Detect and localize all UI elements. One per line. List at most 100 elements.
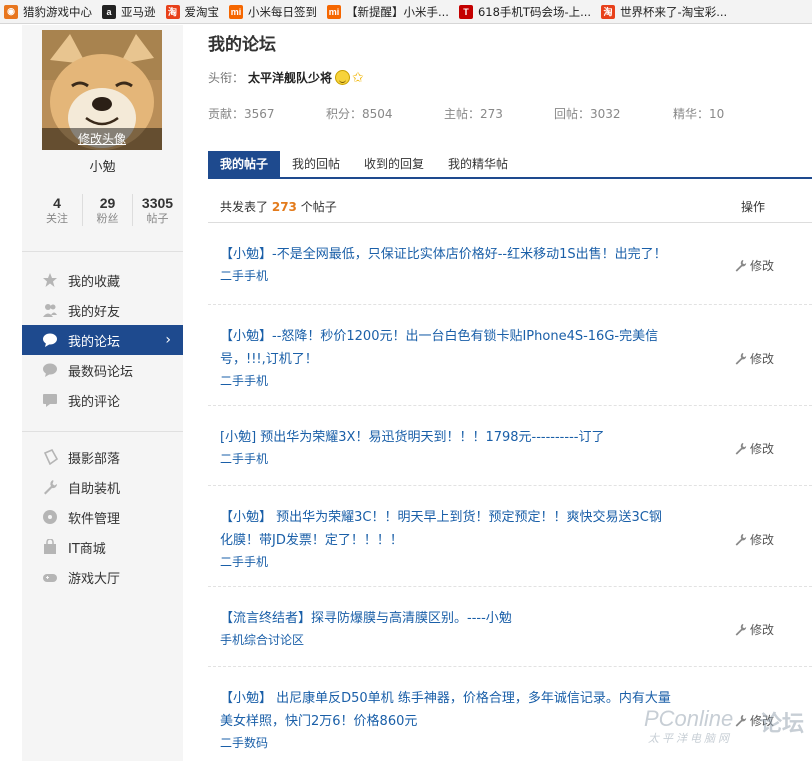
replies-stat: 回帖：3032: [554, 107, 621, 121]
sidebar-item-label: 游戏大厅: [68, 571, 121, 587]
wrench-icon: [734, 259, 747, 272]
forum-icon: [42, 332, 58, 348]
star-icon: [42, 272, 58, 288]
sidebar-divider: [22, 431, 183, 432]
chevron-right-icon: ›: [165, 332, 171, 348]
post-board-link[interactable]: 二手手机: [220, 450, 268, 467]
bookmark-item[interactable]: ◉ 猎豹游戏中心: [0, 0, 98, 23]
bookmark-label: 【新提醒】小米手...: [346, 4, 449, 19]
stat-following-count: 4: [53, 195, 61, 211]
edit-label: 修改: [750, 259, 775, 273]
tab-0[interactable]: 我的帖子: [208, 151, 281, 177]
sidebar-item-shopping-bag[interactable]: IT商城: [22, 532, 183, 562]
sidebar-item-comment[interactable]: 我的评论: [22, 385, 183, 415]
personal-menu: 我的收藏我的好友我的论坛 › 最数码论坛我的评论: [22, 265, 183, 415]
bookmark-item[interactable]: mi 小米每日签到: [225, 0, 323, 23]
post-board-link[interactable]: 二手数码: [220, 734, 268, 751]
username[interactable]: 小勉: [22, 156, 183, 175]
post-title-link[interactable]: [小勉] 预出华为荣耀3X！易迅货明天到！！！1798元----------订了: [220, 426, 720, 449]
stat-posts[interactable]: 3305 帖子: [132, 194, 182, 226]
sidebar-item-label: IT商城: [68, 541, 106, 557]
bookmark-item[interactable]: 淘世界杯来了-淘宝彩...: [597, 0, 733, 23]
shopping-bag-icon: [42, 539, 58, 555]
post-board-link[interactable]: 二手手机: [220, 553, 268, 570]
bookmark-item[interactable]: T 618手机T码会场-上...: [455, 0, 597, 23]
sidebar-item-star[interactable]: 我的收藏: [22, 265, 183, 295]
bookmarks-bar: ◉ 猎豹游戏中心 a 亚马逊淘爱淘宝 mi 小米每日签到 mi 【新提醒】小米手... T 618…: [0, 0, 812, 24]
post-count-prefix: 共发表了: [220, 200, 269, 214]
avatar[interactable]: 修改头像: [42, 30, 162, 150]
post-count-suffix: 个帖子: [300, 200, 337, 214]
sidebar-item-label: 我的好友: [68, 304, 121, 320]
post-title-link[interactable]: 【小勉】 预出华为荣耀3C！！明天早上到货！预定预定！！爽快交易送3C钢 化膜！带…: [220, 506, 720, 552]
post-title-link[interactable]: 【小勉】-不是全网最低，只保证比实体店价格好--红米移动1S出售！出完了！: [220, 243, 720, 266]
stat-posts-label: 帖子: [146, 212, 169, 225]
edit-post-button[interactable]: 修改: [734, 531, 774, 548]
bookmark-label: 猎豹游戏中心: [23, 4, 92, 19]
post-board-link[interactable]: 手机综合讨论区: [220, 631, 304, 648]
post-count: 273: [271, 200, 297, 214]
forum-tabs: 我的帖子 我的回帖 收到的回复 我的精华帖: [208, 151, 812, 179]
sidebar-item-disc[interactable]: 软件管理: [22, 502, 183, 532]
sidebar-item-digital-forum[interactable]: 最数码论坛: [22, 355, 183, 385]
sidebar-item-wrench[interactable]: 自助装机: [22, 472, 183, 502]
bookmark-label: 小米每日签到: [248, 4, 317, 19]
bookmark-label: 世界杯来了-淘宝彩...: [620, 4, 728, 19]
edit-label: 修改: [750, 533, 775, 547]
sidebar-item-label: 我的论坛: [68, 334, 121, 350]
sidebar-item-label: 摄影部落: [68, 451, 121, 467]
action-column-header: 操作: [741, 200, 766, 214]
edit-label: 修改: [750, 352, 775, 366]
edit-post-button[interactable]: 修改: [734, 621, 774, 638]
contribution-stat: 贡献：3567: [208, 107, 275, 121]
stat-following[interactable]: 4 关注: [32, 194, 82, 226]
bookmark-label: 爱淘宝: [184, 4, 220, 19]
edit-label: 修改: [750, 623, 775, 637]
tab-2[interactable]: 收到的回复: [352, 151, 436, 177]
sidebar-item-gamepad[interactable]: 游戏大厅: [22, 562, 183, 592]
bookmark-label: 亚马逊: [121, 4, 156, 19]
bookmark-item[interactable]: mi 【新提醒】小米手...: [323, 0, 455, 23]
sidebar-item-forum[interactable]: 我的论坛 ›: [22, 325, 183, 355]
post-board-link[interactable]: 二手手机: [220, 372, 268, 389]
pconline-watermark: PConline 论坛 太平洋电脑网: [642, 700, 812, 745]
sidebar-item-friends[interactable]: 我的好友: [22, 295, 183, 325]
post-title-line: 【小勉】-不是全网最低，只保证比实体店价格好--红米移动1S出售！出完了！: [220, 247, 667, 262]
wrench-icon: [734, 352, 747, 365]
bookmark-item[interactable]: a 亚马逊: [98, 0, 162, 23]
sidebar-item-label: 我的评论: [68, 394, 121, 410]
tab-1[interactable]: 我的回帖: [280, 151, 352, 177]
user-sidebar: 修改头像 小勉 4 关注 29 粉丝 3305 帖子 我的收藏我的好友我的论坛 ›…: [22, 25, 183, 761]
watermark-sub: 太平洋电脑网: [648, 733, 732, 745]
post-title-link[interactable]: 【流言终结者】探寻防爆膜与高清膜区别。----小勉: [220, 607, 720, 630]
post-board-link[interactable]: 二手手机: [220, 267, 268, 284]
edit-post-button[interactable]: 修改: [734, 440, 774, 457]
post-row: 【小勉】 预出华为荣耀3C！！明天早上到货！预定预定！！爽快交易送3C钢 化膜！带…: [208, 486, 812, 587]
stat-following-label: 关注: [46, 212, 68, 225]
comment-icon: [42, 392, 58, 408]
post-title-link[interactable]: 【小勉】--怒降！秒价1200元！出一台白色有锁卡贴IPhone4S-16G-完…: [220, 325, 720, 371]
sidebar-item-photography[interactable]: 摄影部落: [22, 442, 183, 472]
mi-icon: mi: [327, 4, 341, 19]
cheetah-icon: ◉: [4, 4, 18, 19]
bookmark-item[interactable]: 淘爱淘宝: [162, 0, 226, 23]
post-title-line: [小勉] 预出华为荣耀3X！易迅货明天到！！！1798元----------订了: [220, 430, 605, 445]
gamepad-icon: [42, 569, 58, 585]
tab-3[interactable]: 我的精华帖: [436, 151, 520, 177]
wrench-icon: [734, 442, 747, 455]
disc-icon: [42, 509, 58, 525]
taobao-icon: 淘: [601, 4, 616, 19]
edit-label: 修改: [750, 442, 775, 456]
rank-label: 头衔：: [208, 71, 245, 85]
edit-post-button[interactable]: 修改: [734, 350, 774, 367]
bookmark-label: 618手机T码会场-上...: [477, 4, 592, 19]
digital-forum-icon: [42, 362, 58, 378]
threads-stat: 主帖：273: [444, 107, 503, 121]
edit-post-button[interactable]: 修改: [734, 257, 774, 274]
wrench-icon: [734, 533, 747, 546]
watermark-brand: PConline: [644, 706, 734, 731]
post-row: 【流言终结者】探寻防爆膜与高清膜区别。----小勉 手机综合讨论区 修改: [208, 587, 812, 667]
edit-avatar-link[interactable]: 修改头像: [42, 128, 162, 150]
stat-fans[interactable]: 29 粉丝: [82, 194, 132, 226]
post-list-header: 共发表了 273 个帖子 操作: [208, 188, 812, 223]
